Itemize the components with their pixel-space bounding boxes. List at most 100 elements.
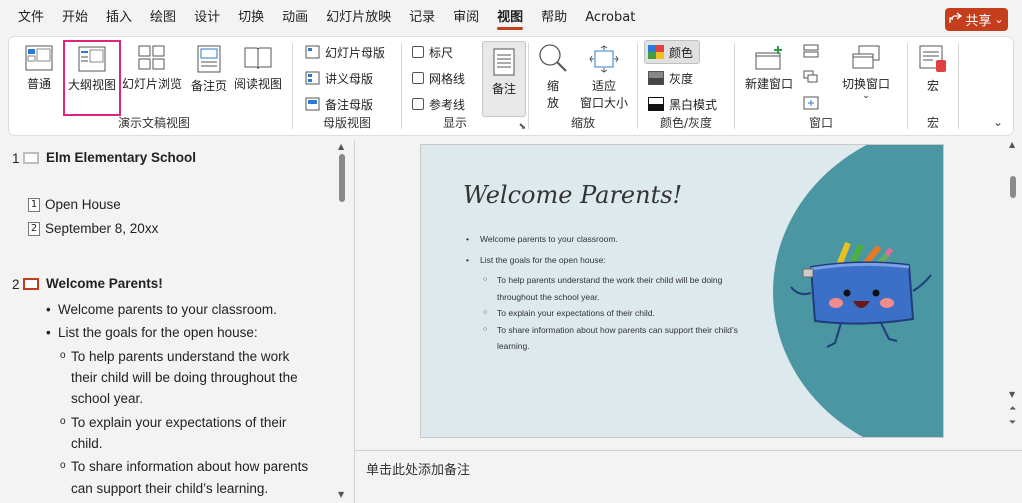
slide-sorter-button[interactable]: 幻灯片浏览 [121,41,183,115]
color-swatch-icon [648,45,664,59]
notes-page-icon [197,45,221,73]
tab-animations[interactable]: 动画 [273,0,317,36]
grayscale-button[interactable]: 灰度 [648,67,693,89]
black-white-button[interactable]: 黑白模式 [648,93,717,115]
ruler-checkbox-box[interactable] [412,46,424,58]
outline-subbullet[interactable]: school year. [71,391,143,406]
outline-subbullet[interactable]: To share information about how parents [71,459,308,474]
slide-icon[interactable] [23,152,39,164]
zoom-button[interactable]: 缩 放 [533,41,573,115]
tab-review[interactable]: 审阅 [444,0,488,36]
magnifier-icon [539,44,567,72]
tab-design[interactable]: 设计 [185,0,229,36]
tab-file[interactable]: 文件 [9,0,53,36]
new-window-icon [755,46,782,70]
ruler-checkbox[interactable]: 标尺 [412,41,453,63]
tab-help[interactable]: 帮助 [532,0,576,36]
fit-to-window-button[interactable]: 适应 窗口大小 [575,41,633,115]
slide-icon-active[interactable] [23,278,39,290]
slide-pane[interactable]: Welcome Parents! Welcome parents to your… [355,140,1022,450]
group-label-macros: 宏 [926,116,939,130]
scroll-down-icon[interactable]: ▼ [338,490,344,499]
outline-subbullet[interactable]: can support their child’s learning. [71,481,268,496]
normal-view-label: 普通 [26,77,51,91]
notes-placeholder[interactable]: 单击此处添加备注 [366,459,470,478]
slide-subbullet: To share information about how parents c… [466,322,756,355]
outline-subbullet[interactable]: To explain your expectations of their [71,415,286,430]
outline-subitem[interactable]: September 8, 20xx [45,221,158,236]
grayscale-icon [648,71,664,85]
slide-master-button[interactable]: 幻灯片母版 [305,41,385,63]
move-split-icon[interactable] [803,95,819,114]
new-window-label: 新建窗口 [744,77,793,91]
share-icon [949,11,963,28]
gridlines-checkbox[interactable]: 网格线 [412,67,465,89]
group-label-color: 颜色/灰度 [659,116,713,130]
sub-bullet-marker: o [60,460,66,471]
cascade-icon[interactable] [803,69,819,88]
tab-draw[interactable]: 绘图 [141,0,185,36]
group-color: 颜色 灰度 黑白模式 颜色/灰度 [638,37,734,135]
notes-page-button[interactable]: 备注页 [185,41,233,115]
sub-bullet-marker: o [60,416,66,427]
tab-acrobat[interactable]: Acrobat [576,0,644,36]
normal-view-button[interactable]: 普通 [13,41,65,115]
next-slide-icon[interactable]: ⏷ [1009,418,1016,428]
tab-transitions[interactable]: 切换 [229,0,273,36]
slide-title[interactable]: Welcome Parents! [463,181,682,209]
slide-master-icon [305,45,320,59]
tab-view[interactable]: 视图 [488,0,532,36]
switch-windows-label: 切换窗口 [841,77,890,91]
arrange-all-icon[interactable] [803,43,819,62]
previous-slide-icon[interactable]: ⏶ [1009,404,1016,414]
outline-subitem[interactable]: Open House [45,197,121,212]
notes-master-label: 备注母版 [325,97,374,112]
tab-slideshow[interactable]: 幻灯片放映 [317,0,400,36]
slide-canvas[interactable]: Welcome Parents! Welcome parents to your… [420,144,944,438]
guides-checkbox[interactable]: 参考线 [412,93,465,115]
handout-master-button[interactable]: 讲义母版 [305,67,373,89]
ruler-label: 标尺 [429,45,454,60]
outline-subbullet[interactable]: their child will be doing throughout the [71,370,298,385]
guides-checkbox-box[interactable] [412,98,424,110]
outline-subbullet[interactable]: To help parents understand the work [71,349,289,364]
scroll-up-icon[interactable]: ▲ [338,142,344,151]
notes-toggle-label: 备注 [491,82,516,96]
zoom-label-line1: 缩 [546,79,559,93]
color-button[interactable]: 颜色 [644,40,701,64]
tab-record[interactable]: 记录 [400,0,444,36]
notes-pane[interactable]: 单击此处添加备注 [355,450,1022,503]
notes-toggle-button[interactable]: 备注 [482,41,526,117]
scroll-up-icon[interactable]: ▲ [1009,140,1015,149]
zoom-label-line2: 放 [546,96,559,110]
outline-pane[interactable]: 1 Elm Elementary School 1 Open House 2 S… [0,140,354,503]
group-label-presentation-views: 演示文稿视图 [117,116,190,130]
dialog-launcher-icon[interactable]: ⬊ [518,122,526,132]
outline-scrollbar[interactable]: ▲ ▼ [336,142,348,503]
slide-scrollbar[interactable]: ▲ ▼ ⏶ ⏷ [1006,140,1020,440]
outline-bullet[interactable]: Welcome parents to your classroom. [58,302,277,317]
new-window-button[interactable]: 新建窗口 [739,41,799,115]
scroll-thumb[interactable] [1010,176,1016,198]
switch-windows-button[interactable]: 切换窗口 ⌄ [831,41,901,115]
collapse-ribbon-icon[interactable]: ⌄ [993,115,1003,129]
numbered-marker: 2 [28,222,40,236]
outline-slide-title[interactable]: Welcome Parents! [46,276,163,291]
color-label: 颜色 [669,45,694,60]
outline-subbullet[interactable]: child. [71,436,103,451]
share-label: 共享 [965,14,992,29]
macros-button[interactable]: 宏 [910,41,956,115]
slide-body[interactable]: Welcome parents to your classroom. List … [466,231,756,355]
scroll-thumb[interactable] [339,154,345,202]
slide-subbullet: To explain your expectations of their ch… [466,305,756,322]
gridlines-checkbox-box[interactable] [412,72,424,84]
share-button[interactable]: 共享 ⌄ [945,8,1008,31]
tab-home[interactable]: 开始 [53,0,97,36]
notes-master-button[interactable]: 备注母版 [305,93,373,115]
scroll-down-icon[interactable]: ▼ [1009,390,1015,399]
outline-slide-title[interactable]: Elm Elementary School [46,150,196,165]
outline-bullet[interactable]: List the goals for the open house: [58,325,258,340]
outline-view-button[interactable]: 大纲视图 [63,40,121,116]
tab-insert[interactable]: 插入 [97,0,141,36]
reading-view-button[interactable]: 阅读视图 [231,41,285,115]
